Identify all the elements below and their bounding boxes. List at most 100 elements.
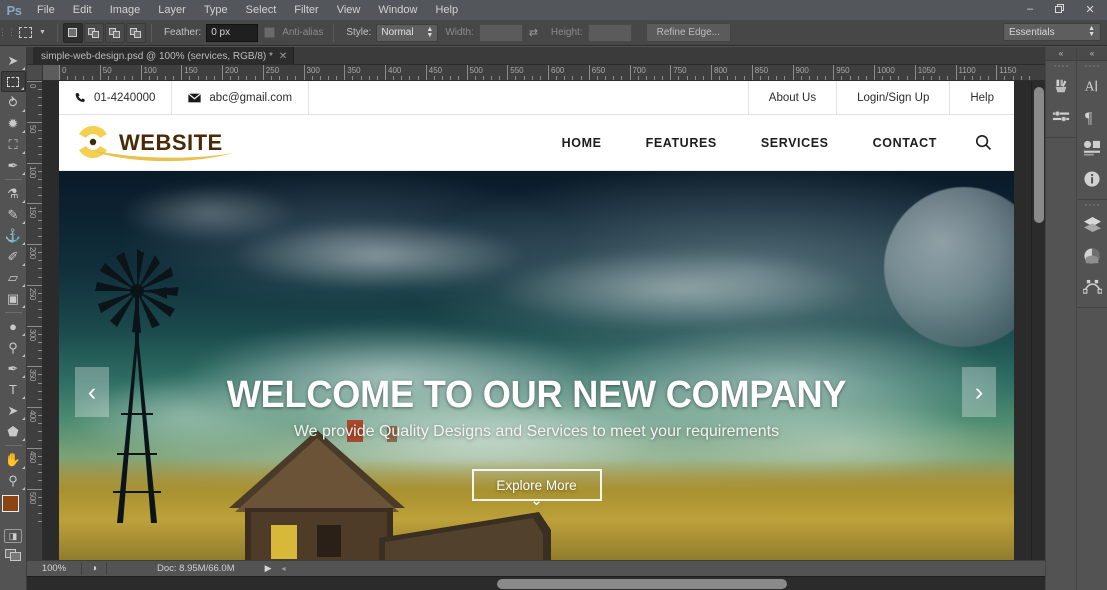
ruler-label: 250	[28, 287, 37, 300]
quick-mask-icon[interactable]: ◨	[4, 529, 22, 543]
tool-preset-chevron-icon[interactable]: ▼	[39, 29, 46, 36]
layers-panel-icon[interactable]	[1077, 209, 1107, 240]
height-input[interactable]	[587, 23, 632, 42]
horizontal-ruler[interactable]: 0 50 100 150 200 250 300 350 400 450 500 550 600 650 7…	[43, 65, 1045, 81]
canvas-viewport[interactable]: 01-4240000 abc@gmail.com About Us Login/S…	[43, 81, 1045, 590]
custom-shape-tool[interactable]: ⬟	[1, 421, 26, 442]
style-select[interactable]: Normal ▲ ▼	[376, 23, 439, 42]
paths-panel-icon[interactable]	[1077, 271, 1107, 302]
move-tool[interactable]: ➤	[1, 50, 26, 71]
zoom-level[interactable]: 100%	[27, 563, 81, 574]
menu-image[interactable]: Image	[101, 1, 150, 19]
refine-edge-button[interactable]: Refine Edge...	[645, 23, 731, 42]
dodge-tool[interactable]: ⚲	[1, 337, 26, 358]
menu-view[interactable]: View	[328, 1, 370, 19]
tool-glyph: ✎	[7, 207, 19, 222]
anti-alias-checkbox[interactable]	[264, 27, 276, 38]
new-selection-button[interactable]	[62, 22, 83, 43]
menu-layer[interactable]: Layer	[149, 1, 195, 19]
ruler-major-tick	[751, 65, 753, 80]
crop-tool[interactable]: ⛶	[1, 134, 26, 155]
ruler-label: 800	[714, 66, 728, 75]
menu-file[interactable]: File	[28, 1, 64, 19]
zoom-tool[interactable]: ⚲	[1, 470, 26, 491]
ruler-label: 500	[469, 66, 483, 75]
width-input[interactable]	[478, 23, 523, 42]
history-brush-tool[interactable]: ✐	[1, 246, 26, 267]
menu-type[interactable]: Type	[195, 1, 237, 19]
rectangular-marquee-tool[interactable]	[0, 71, 26, 92]
screen-mode-icon[interactable]	[4, 549, 22, 562]
document-info-icon[interactable]: ◑	[82, 563, 106, 574]
clone-stamp-tool[interactable]: ⚓	[1, 225, 26, 246]
brand-logo[interactable]: WEBSITE	[73, 124, 233, 162]
path-selection-tool[interactable]: ➤	[1, 400, 26, 421]
character-panel-icon[interactable]: A	[1077, 70, 1107, 101]
blur-tool[interactable]: ●	[1, 316, 26, 337]
pen-tool[interactable]: ✒	[1, 358, 26, 379]
vertical-ruler[interactable]: 0 50 100 150 200 250 300 350 400 450 500	[27, 81, 43, 590]
feather-input[interactable]: 0 px	[206, 23, 259, 42]
hand-tool[interactable]: ✋	[1, 449, 26, 470]
workspace-select[interactable]: Essentials ▲ ▼	[1003, 23, 1101, 41]
psd-canvas[interactable]: 01-4240000 abc@gmail.com About Us Login/S…	[59, 81, 1014, 590]
brush-tool[interactable]: ✎	[1, 204, 26, 225]
styles-panel-icon[interactable]	[1077, 132, 1107, 163]
close-icon[interactable]: ✕	[279, 51, 287, 62]
gradient-tool[interactable]: ▣	[1, 288, 26, 309]
restore-button[interactable]	[1045, 0, 1075, 18]
status-menu-icon[interactable]: ▶	[265, 563, 272, 574]
topbar-link-help[interactable]: Help	[949, 81, 1014, 114]
ruler-corner[interactable]	[27, 65, 43, 81]
menu-filter[interactable]: Filter	[285, 1, 327, 19]
adjustments-panel-icon[interactable]	[1077, 240, 1107, 271]
panel-grip[interactable]	[1077, 200, 1107, 209]
info-panel-icon[interactable]	[1077, 163, 1107, 194]
menu-select[interactable]: Select	[237, 1, 286, 19]
eyedropper-tool[interactable]: ✒	[1, 155, 26, 176]
color-panel-icon[interactable]	[1046, 70, 1076, 101]
scrollbar-thumb[interactable]	[497, 579, 787, 589]
chevron-down-icon[interactable]: ⌄	[530, 493, 543, 508]
spot-healing-brush-tool[interactable]: ⚗	[1, 183, 26, 204]
collapse-panels-icon-left[interactable]: «	[1046, 47, 1076, 61]
minimize-button[interactable]: –	[1015, 0, 1045, 18]
foreground-color-swatch[interactable]	[1, 495, 19, 512]
document-tab[interactable]: simple-web-design.psd @ 100% (services, …	[33, 47, 295, 65]
active-tool-icon-marquee[interactable]	[14, 23, 36, 43]
panel-grip[interactable]	[1046, 61, 1076, 70]
eraser-tool[interactable]: ▱	[1, 267, 26, 288]
horizontal-type-tool[interactable]: T	[1, 379, 26, 400]
collapse-panels-icon-right[interactable]: «	[1077, 47, 1107, 61]
topbar-link-login-sign-up[interactable]: Login/Sign Up	[836, 81, 949, 114]
hero-banner: ‹ › WELCOME TO OUR NEW COMPANY We provid…	[59, 171, 1014, 590]
swap-width-height-icon[interactable]: ⇄	[529, 26, 538, 39]
swatches-panel-icon[interactable]	[1046, 101, 1076, 132]
topbar-link-about-us[interactable]: About Us	[749, 81, 836, 114]
nav-item-home[interactable]: HOME	[540, 136, 624, 150]
scrollbar-thumb[interactable]	[1034, 87, 1044, 223]
ruler-label: 750	[673, 66, 687, 75]
nav-item-contact[interactable]: CONTACT	[851, 136, 959, 150]
ruler-major-tick	[303, 65, 305, 80]
paragraph-panel-icon[interactable]: ¶	[1077, 101, 1107, 132]
ruler-major-tick	[466, 65, 468, 80]
panel-grip[interactable]	[1077, 61, 1107, 70]
menu-window[interactable]: Window	[369, 1, 426, 19]
intersect-selection-button[interactable]	[125, 22, 146, 43]
close-button[interactable]: ✕	[1075, 0, 1105, 18]
magic-wand-tool[interactable]: ✹	[1, 113, 26, 134]
subtract-from-selection-button[interactable]	[104, 22, 125, 43]
menu-edit[interactable]: Edit	[64, 1, 101, 19]
canvas-vertical-scrollbar[interactable]	[1031, 81, 1045, 590]
canvas-horizontal-scrollbar[interactable]	[27, 576, 1045, 590]
lasso-tool[interactable]: ⥁	[1, 92, 26, 113]
menu-help[interactable]: Help	[426, 1, 467, 19]
add-to-selection-button[interactable]	[83, 22, 104, 43]
email-cell[interactable]: abc@gmail.com	[172, 81, 310, 114]
search-button[interactable]	[959, 134, 996, 151]
options-bar-gripper[interactable]: ⋮⋮	[0, 21, 16, 45]
nav-item-services[interactable]: SERVICES	[739, 136, 851, 150]
phone-cell[interactable]: 01-4240000	[59, 81, 173, 114]
nav-item-features[interactable]: FEATURES	[624, 136, 739, 150]
